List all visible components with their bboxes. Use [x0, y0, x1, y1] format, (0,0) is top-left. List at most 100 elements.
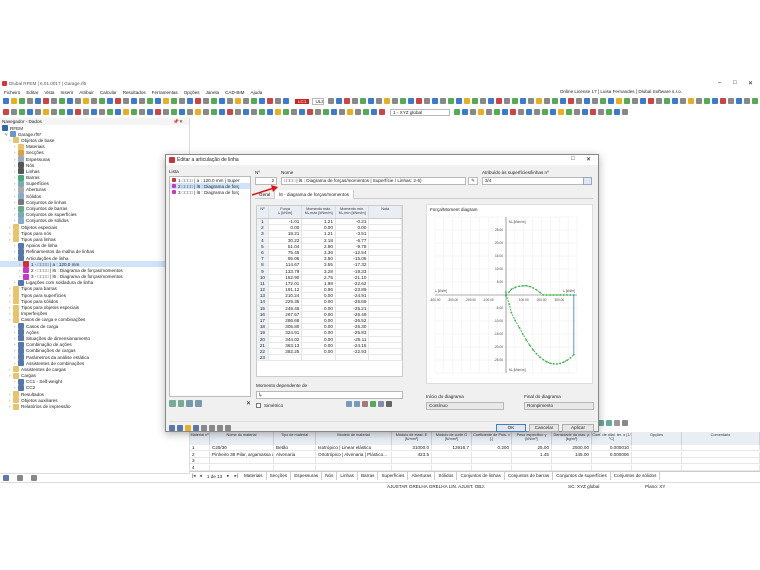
- import-icon[interactable]: [354, 401, 360, 407]
- data-point[interactable]: [545, 360, 548, 363]
- toolbar-button-icon[interactable]: [83, 98, 89, 104]
- toolbar-button-icon[interactable]: [35, 98, 41, 104]
- toolbar-button-icon[interactable]: [251, 109, 257, 115]
- materials-cell[interactable]: 25.00: [512, 445, 552, 452]
- data-point[interactable]: [535, 288, 538, 291]
- materials-row[interactable]: 2Pinheiro 38 Pilar, argamassa de ciment.…: [190, 451, 760, 459]
- toolbar-button-icon[interactable]: [518, 109, 524, 115]
- menu-item[interactable]: CAD-BIM: [225, 90, 244, 95]
- coord-system-select[interactable]: 1 - XYZ global: [390, 108, 450, 116]
- materials-row[interactable]: 3: [190, 458, 760, 465]
- insert-row-icon[interactable]: [346, 401, 352, 407]
- view-icon[interactable]: [201, 424, 207, 431]
- toolbar-button-icon[interactable]: [235, 109, 241, 115]
- link-icon[interactable]: [217, 424, 223, 431]
- toolbar-button-icon[interactable]: [400, 98, 406, 104]
- toolbar-button-icon[interactable]: [640, 98, 646, 104]
- materials-cell[interactable]: Isotrópico | Linear elástico: [316, 445, 392, 452]
- pager-last-icon[interactable]: ▸|: [234, 473, 238, 479]
- toolbar-button-icon[interactable]: [478, 109, 484, 115]
- materials-cell[interactable]: [512, 458, 552, 465]
- toolbar-button-icon[interactable]: [259, 109, 265, 115]
- toolbar-button-icon[interactable]: [115, 109, 121, 115]
- name-field[interactable]: □□□□ | l6 : Diagrama de forças/momentos …: [281, 177, 466, 185]
- load-case-select[interactable]: ULS (STR/GEO) - permanent...: [312, 97, 324, 105]
- toolbar-button-icon[interactable]: [752, 98, 758, 104]
- edit-name-icon[interactable]: ✎: [468, 177, 478, 185]
- toolbar-button-icon[interactable]: [376, 98, 382, 104]
- bottom-tab[interactable]: Barras: [358, 472, 379, 480]
- materials-cell[interactable]: [592, 464, 632, 471]
- toolbar-button-icon[interactable]: [656, 98, 662, 104]
- bottom-tab[interactable]: Conjuntos de sólidos: [611, 472, 661, 480]
- bottom-tab[interactable]: Conjuntos de barras: [505, 472, 554, 480]
- toolbar-button-icon[interactable]: [680, 98, 686, 104]
- toolbar-button-icon[interactable]: [502, 109, 508, 115]
- menu-item[interactable]: Opções: [184, 90, 200, 95]
- assigned-field[interactable]: 3/4: [482, 177, 590, 185]
- pick-icon[interactable]: [583, 177, 592, 185]
- materials-cell[interactable]: Ortotrópico | Alvenaria | Plástico...: [316, 451, 392, 458]
- toolbar-button-icon[interactable]: [123, 109, 129, 115]
- materials-cell[interactable]: [632, 458, 682, 465]
- toolbar-button-icon[interactable]: [542, 109, 548, 115]
- materials-cell[interactable]: 1: [190, 445, 210, 452]
- toolbar-button-icon[interactable]: [744, 98, 750, 104]
- cancel-button[interactable]: Cancelar: [529, 424, 559, 432]
- materials-cell[interactable]: [392, 458, 432, 465]
- data-point[interactable]: [504, 290, 507, 293]
- materials-cell[interactable]: [210, 464, 274, 471]
- toolbar-button-icon[interactable]: [632, 98, 638, 104]
- toolbar-button-icon[interactable]: [59, 109, 65, 115]
- menu-item[interactable]: Ajuda: [251, 90, 263, 95]
- toolbar-button-icon[interactable]: [75, 98, 81, 104]
- toolbar-button-icon[interactable]: [462, 109, 468, 115]
- data-point[interactable]: [505, 294, 507, 296]
- materials-cell[interactable]: [392, 464, 432, 471]
- toolbar-button-icon[interactable]: [360, 98, 366, 104]
- units-icon[interactable]: [177, 424, 183, 431]
- toolbar-button-icon[interactable]: [227, 98, 233, 104]
- menu-item[interactable]: Editar: [26, 90, 38, 95]
- search-tool-icon[interactable]: [169, 424, 175, 431]
- search-icon[interactable]: [622, 420, 628, 426]
- info-icon[interactable]: [209, 424, 215, 431]
- toolbar-button-icon[interactable]: [179, 98, 185, 104]
- toolbar-button-icon[interactable]: [171, 98, 177, 104]
- materials-cell[interactable]: 12916.7: [432, 445, 472, 452]
- pager-next-icon[interactable]: ▸: [227, 473, 229, 479]
- materials-cell[interactable]: [512, 464, 552, 471]
- apply-button[interactable]: Aplicar: [562, 424, 594, 432]
- materials-cell[interactable]: [632, 464, 682, 471]
- toolbar-button-icon[interactable]: [283, 109, 289, 115]
- materials-cell[interactable]: [274, 458, 316, 465]
- data-point[interactable]: [528, 285, 531, 288]
- materials-cell[interactable]: [552, 464, 592, 471]
- materials-cell[interactable]: 2: [190, 451, 210, 458]
- materials-cell[interactable]: [592, 458, 632, 465]
- toolbar-button-icon[interactable]: [352, 98, 358, 104]
- toolbar-button-icon[interactable]: [75, 109, 81, 115]
- menu-item[interactable]: Janela: [206, 90, 220, 95]
- data-point[interactable]: [559, 294, 562, 296]
- materials-cell[interactable]: 423.5: [392, 451, 432, 458]
- toolbar-button-icon[interactable]: [203, 109, 209, 115]
- table-row[interactable]: 23: [257, 355, 402, 362]
- toolbar-button-icon[interactable]: [560, 98, 566, 104]
- bottom-tab[interactable]: Conjuntos de superfícies: [553, 472, 611, 480]
- toolbar-button-icon[interactable]: [432, 98, 438, 104]
- toolbar-button-icon[interactable]: [315, 109, 321, 115]
- toolbar-button-icon[interactable]: [440, 98, 446, 104]
- export-icon[interactable]: [606, 420, 612, 426]
- toolbar-button-icon[interactable]: [83, 109, 89, 115]
- toolbar-button-icon[interactable]: [235, 98, 241, 104]
- toolbar-button-icon[interactable]: [195, 109, 201, 115]
- materials-cell[interactable]: [472, 451, 512, 458]
- bottom-tab[interactable]: Conjuntos de linhas: [457, 472, 505, 480]
- data-point[interactable]: [518, 326, 521, 329]
- toolbar-button-icon[interactable]: [720, 98, 726, 104]
- data-point[interactable]: [514, 286, 516, 289]
- menu-item[interactable]: Vista: [44, 90, 54, 95]
- table-cell[interactable]: [369, 355, 402, 362]
- toolbar-button-icon[interactable]: [99, 109, 105, 115]
